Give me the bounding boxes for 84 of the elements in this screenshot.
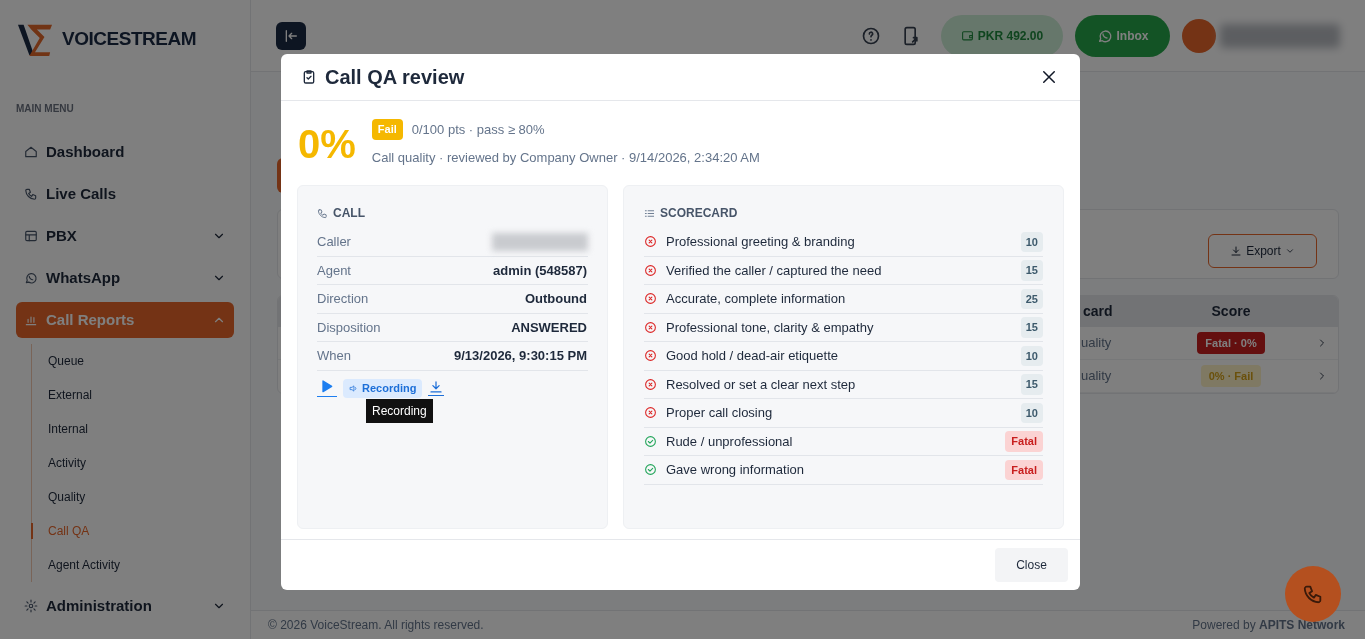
avatar [1182, 18, 1216, 53]
criterion-label: Rude / unprofessional [666, 432, 794, 451]
copyright-text: © 2026 VoiceStream. All rights reserved. [268, 617, 484, 634]
brand-name: VOICESTREAM [62, 26, 197, 51]
list-icon [644, 207, 655, 219]
verdict-badge: Fail [371, 119, 403, 140]
field-label: Direction [317, 290, 369, 308]
panel-heading: CALL [333, 205, 365, 222]
table-cell-text: uality [1081, 367, 1112, 386]
criterion-label: Verified the caller / captured the need [666, 261, 883, 280]
criterion-label: Accurate, complete information [666, 290, 847, 308]
points-badge: 15 [1020, 374, 1043, 395]
score-badge: 0% · Fail [1200, 364, 1262, 388]
balance-button[interactable]: PKR 492.00 [941, 14, 1063, 57]
user-menu[interactable] [1182, 18, 1340, 53]
points-badge: 10 [1020, 231, 1043, 252]
phone-icon [317, 207, 328, 219]
dialog-title: Call QA review [325, 65, 466, 90]
score-percent: 0% [298, 121, 356, 168]
submenu-item[interactable]: Quality [48, 488, 86, 506]
points-badge: 25 [1020, 288, 1043, 309]
home-icon [24, 145, 38, 159]
submenu-item[interactable]: Call QA [48, 522, 90, 540]
help-icon[interactable] [861, 25, 881, 46]
chat-icon [24, 271, 38, 285]
clipboard-check-icon [301, 69, 317, 85]
criterion-label: Proper call closing [666, 404, 774, 422]
menu-item[interactable]: Live Calls [16, 176, 234, 212]
fatal-badge: Fatal [1005, 459, 1043, 480]
points-badge: 10 [1020, 345, 1043, 366]
menu-item[interactable]: Administration [16, 588, 234, 624]
submenu-item[interactable]: Queue [48, 352, 85, 370]
submenu-item[interactable]: Agent Activity [48, 556, 121, 574]
fatal-badge: Fatal [1005, 431, 1043, 452]
criterion-label: Good hold / dead-air etiquette [666, 347, 839, 365]
chat-icon [1096, 27, 1113, 44]
criterion-label: Professional tone, clarity & empathy [666, 318, 875, 337]
points-badge: 10 [1020, 402, 1043, 423]
points-badge: 15 [1020, 260, 1043, 281]
criterion-label: Gave wrong information [666, 461, 805, 479]
mobile-share-icon[interactable] [901, 25, 921, 46]
table-cell-text: uality [1081, 334, 1112, 353]
field-label: Caller [317, 233, 351, 251]
play-button[interactable] [317, 379, 337, 397]
submenu-item[interactable]: Activity [48, 454, 86, 472]
field-label: When [317, 347, 351, 365]
field-value: admin (548587) [493, 261, 588, 280]
phone-icon [24, 187, 38, 201]
column-header: Score [1211, 302, 1251, 321]
tooltip: Recording [366, 398, 433, 423]
gear-icon [24, 599, 38, 613]
inbox-button[interactable]: Inbox [1075, 14, 1170, 57]
menu-item[interactable]: Call Reports [16, 302, 234, 338]
criterion-label: Professional greeting & branding [666, 233, 856, 251]
submenu-item[interactable]: Internal [48, 420, 89, 438]
field-label: Disposition [317, 318, 381, 337]
download-button[interactable] [428, 380, 445, 396]
field-value: Outbound [524, 290, 588, 308]
criterion-label: Resolved or set a clear next step [666, 375, 857, 394]
panel-heading: SCORECARD [660, 205, 738, 222]
points-badge: 15 [1020, 317, 1043, 338]
menu-item[interactable]: WhatsApp [16, 260, 234, 296]
chevron-down-icon [1284, 246, 1295, 256]
wallet-icon [960, 29, 974, 42]
points-summary: 0/100 pts · pass ≥ 80% [411, 120, 545, 139]
collapse-sidebar-button[interactable] [276, 21, 306, 50]
review-meta: Call quality · reviewed by Company Owner · 9/14/2026, 2:34:20 AM [371, 148, 760, 167]
menu-item[interactable]: Dashboard [16, 134, 234, 170]
submenu-item[interactable]: External [48, 386, 93, 404]
score-badge: Fatal · 0% [1197, 331, 1265, 355]
field-label: Agent [317, 261, 351, 280]
section-label: MAIN MENU [16, 102, 74, 116]
grid-icon [24, 229, 38, 243]
column-header: card [1082, 302, 1113, 321]
powered-by-text: Powered by APITS Network [1192, 617, 1345, 634]
download-icon [1230, 245, 1243, 257]
field-value: 9/13/2026, 9:30:15 PM [454, 347, 588, 365]
export-button[interactable]: Export [1208, 234, 1317, 268]
close-icon[interactable] [1040, 68, 1058, 86]
recording-button[interactable]: Recording [343, 378, 423, 398]
close-button[interactable]: Close [995, 548, 1068, 582]
menu-item[interactable]: PBX [16, 218, 234, 254]
field-value: ANSWERED [511, 318, 588, 337]
speaker-icon [349, 383, 358, 393]
